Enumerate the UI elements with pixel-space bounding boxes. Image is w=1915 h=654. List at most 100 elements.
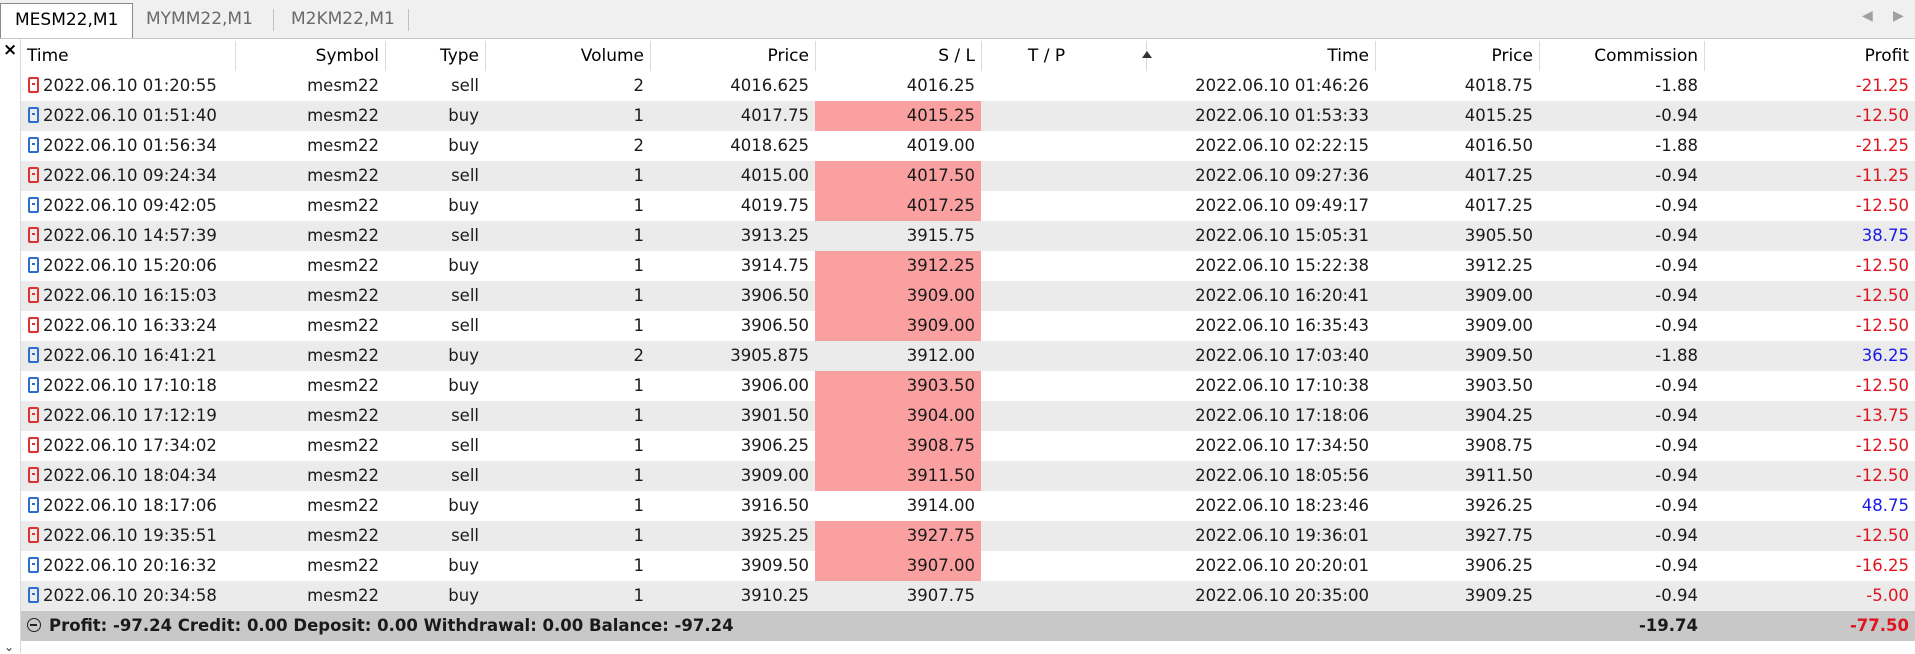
cell-open-time: 2022.06.10 01:56:34 (43, 136, 217, 155)
cell-profit: -12.50 (1855, 256, 1909, 275)
cell-volume: 2 (633, 346, 645, 365)
cell-commission: -1.88 (1655, 76, 1698, 95)
cell-type: buy (448, 586, 479, 605)
header-col-volume[interactable]: Volume (485, 41, 650, 71)
cell-volume: 1 (633, 316, 645, 335)
cell-sl: 3908.75 (815, 431, 981, 461)
table-row[interactable]: 2022.06.10 20:16:32 mesm22 buy 1 3909.50 3907… (21, 551, 1915, 581)
table-row[interactable]: 2022.06.10 16:33:24 mesm22 sell 1 3906.50 390… (21, 311, 1915, 341)
cell-close-time: 2022.06.10 17:34:50 (1195, 436, 1369, 455)
cell-tp (981, 371, 1146, 401)
cell-open-time: 2022.06.10 09:42:05 (43, 196, 217, 215)
cell-tp (981, 101, 1146, 131)
collapse-icon[interactable] (27, 618, 41, 632)
cell-volume: 1 (633, 466, 645, 485)
cell-symbol: mesm22 (307, 76, 379, 95)
cell-commission: -0.94 (1655, 226, 1698, 245)
table-row[interactable]: 2022.06.10 15:20:06 mesm22 buy 1 3914.75 3912… (21, 251, 1915, 281)
panel-left-strip (0, 39, 21, 653)
table-row[interactable]: 2022.06.10 17:12:19 mesm22 sell 1 3901.50 390… (21, 401, 1915, 431)
table-row[interactable]: 2022.06.10 20:34:58 mesm22 buy 1 3910.25 3907… (21, 581, 1915, 611)
cell-open-time: 2022.06.10 19:35:51 (43, 526, 217, 545)
tab-scroll-left-icon[interactable]: ◀ (1862, 8, 1873, 24)
cell-profit: -16.25 (1855, 556, 1909, 575)
cell-price: 4019.75 (740, 196, 809, 215)
cell-type: buy (448, 196, 479, 215)
cell-symbol: mesm22 (307, 256, 379, 275)
cell-price: 3901.50 (740, 406, 809, 425)
cell-close-price: 3909.50 (1464, 346, 1533, 365)
tab-separator (408, 9, 409, 31)
sort-ascending-icon (1142, 51, 1152, 58)
cell-symbol: mesm22 (307, 406, 379, 425)
cell-commission: -0.94 (1655, 496, 1698, 515)
cell-volume: 1 (633, 256, 645, 275)
cell-sl: 4017.50 (815, 161, 981, 191)
tab-mesm22-m1[interactable]: MESM22,M1 (0, 3, 134, 38)
table-row[interactable]: 2022.06.10 16:41:21 mesm22 buy 2 3905.875 391… (21, 341, 1915, 371)
cell-type: buy (448, 136, 479, 155)
header-col-tp[interactable]: T / P (981, 41, 1146, 71)
header-col-price[interactable]: Price (650, 41, 815, 71)
table-row[interactable]: 2022.06.10 18:17:06 mesm22 buy 1 3916.50 3914… (21, 491, 1915, 521)
cell-open-time: 2022.06.10 18:04:34 (43, 466, 217, 485)
tab-scroll-right-icon[interactable]: ▶ (1893, 8, 1904, 24)
chevron-down-icon[interactable]: ⌄ (4, 640, 14, 654)
table-row[interactable]: 2022.06.10 01:20:55 mesm22 sell 2 4016.625 40… (21, 71, 1915, 101)
cell-volume: 1 (633, 286, 645, 305)
footer-commission-total: -19.74 (1638, 616, 1698, 635)
table-row[interactable]: 2022.06.10 18:04:34 mesm22 sell 1 3909.00 391… (21, 461, 1915, 491)
cell-type: sell (451, 76, 479, 95)
cell-volume: 1 (633, 166, 645, 185)
cell-type: sell (451, 466, 479, 485)
cell-close-time: 2022.06.10 20:35:00 (1195, 586, 1369, 605)
cell-symbol: mesm22 (307, 196, 379, 215)
cell-price: 3905.875 (730, 346, 809, 365)
header-col-profit[interactable]: Profit (1704, 41, 1915, 71)
header-col-close-price[interactable]: Price (1375, 41, 1539, 71)
header-col-close-time[interactable]: Time (1146, 41, 1375, 71)
cell-sl: 3927.75 (815, 521, 981, 551)
cell-symbol: mesm22 (307, 466, 379, 485)
cell-volume: 2 (633, 136, 645, 155)
cell-symbol: mesm22 (307, 106, 379, 125)
cell-price: 3914.75 (740, 256, 809, 275)
cell-symbol: mesm22 (307, 286, 379, 305)
cell-close-price: 3904.25 (1464, 406, 1533, 425)
cell-open-time: 2022.06.10 18:17:06 (43, 496, 217, 515)
close-panel-icon[interactable]: × (3, 40, 17, 60)
table-row[interactable]: 2022.06.10 01:51:40 mesm22 buy 1 4017.75 4015… (21, 101, 1915, 131)
table-row[interactable]: 2022.06.10 01:56:34 mesm22 buy 2 4018.625 401… (21, 131, 1915, 161)
header-col-symbol[interactable]: Symbol (235, 41, 385, 71)
cell-volume: 1 (633, 376, 645, 395)
header-col-type[interactable]: Type (385, 41, 485, 71)
header-col-sl[interactable]: S / L (815, 41, 981, 71)
cell-close-time: 2022.06.10 18:05:56 (1195, 466, 1369, 485)
cell-commission: -0.94 (1655, 316, 1698, 335)
table-row[interactable]: 2022.06.10 16:15:03 mesm22 sell 1 3906.50 390… (21, 281, 1915, 311)
cell-close-price: 3909.00 (1464, 286, 1533, 305)
table-row[interactable]: 2022.06.10 14:57:39 mesm22 sell 1 3913.25 391… (21, 221, 1915, 251)
cell-commission: -1.88 (1655, 136, 1698, 155)
cell-close-price: 3927.75 (1464, 526, 1533, 545)
table-row[interactable]: 2022.06.10 09:42:05 mesm22 buy 1 4019.75 4017… (21, 191, 1915, 221)
cell-price: 3906.50 (740, 286, 809, 305)
cell-open-time: 2022.06.10 20:16:32 (43, 556, 217, 575)
table-row[interactable]: 2022.06.10 17:34:02 mesm22 sell 1 3906.25 390… (21, 431, 1915, 461)
table-row[interactable]: 2022.06.10 17:10:18 mesm22 buy 1 3906.00 3903… (21, 371, 1915, 401)
table-row[interactable]: 2022.06.10 09:24:34 mesm22 sell 1 4015.00 401… (21, 161, 1915, 191)
cell-type: sell (451, 436, 479, 455)
cell-sl: 4019.00 (906, 136, 975, 155)
cell-type: buy (448, 106, 479, 125)
header-col-open-time[interactable]: Time (21, 41, 235, 71)
cell-type: buy (448, 556, 479, 575)
cell-close-time: 2022.06.10 17:18:06 (1195, 406, 1369, 425)
cell-sl: 3912.00 (906, 346, 975, 365)
cell-commission: -0.94 (1655, 106, 1698, 125)
table-row[interactable]: 2022.06.10 19:35:51 mesm22 sell 1 3925.25 392… (21, 521, 1915, 551)
header-col-commission[interactable]: Commission (1539, 41, 1704, 71)
tab-m2km22-m1[interactable]: M2KM22,M1 (277, 3, 409, 36)
tab-mymm22-m1[interactable]: MYMM22,M1 (132, 3, 267, 36)
cell-profit: -21.25 (1855, 76, 1909, 95)
cell-commission: -0.94 (1655, 556, 1698, 575)
